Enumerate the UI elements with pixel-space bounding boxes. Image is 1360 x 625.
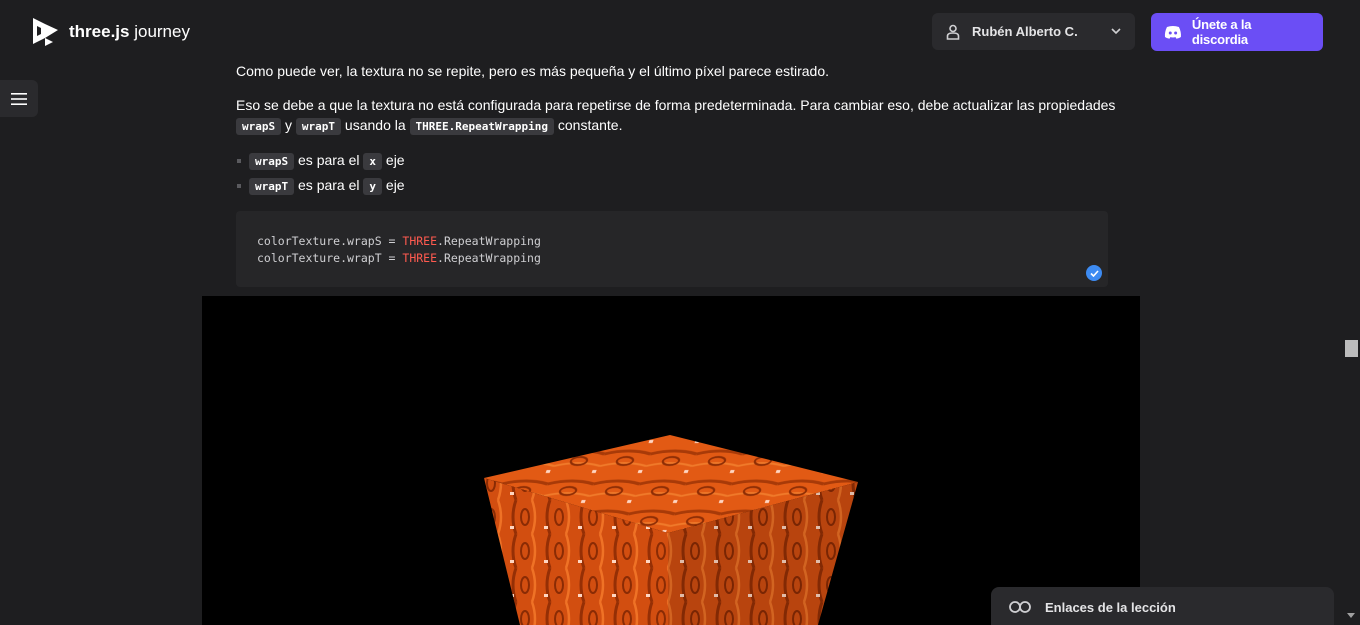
logo-text: three.js journey: [69, 22, 190, 41]
list-item: wrapT es para el y eje: [236, 175, 405, 200]
paragraph: Como puede ver, la textura no se repite,…: [236, 63, 830, 79]
inline-code: wrapS: [249, 153, 295, 170]
sidebar-toggle-button[interactable]: [0, 80, 38, 117]
textured-cube: [484, 435, 858, 625]
bullet-list: wrapS es para el x eje wrapT es para el …: [236, 150, 405, 200]
discord-button[interactable]: Únete a la discordia: [1151, 13, 1323, 51]
inline-code: y: [363, 178, 383, 195]
logo[interactable]: three.js journey: [31, 16, 190, 48]
code-line: colorTexture.wrapS = THREE.RepeatWrappin…: [257, 234, 541, 248]
user-name: Rubén Alberto C.: [972, 24, 1078, 39]
inline-code: x: [363, 153, 383, 170]
link-icon: [1009, 601, 1031, 613]
scrollbar[interactable]: [1343, 0, 1360, 625]
list-item: wrapS es para el x eje: [236, 150, 405, 175]
lesson-links-panel[interactable]: Enlaces de la lección: [991, 587, 1334, 625]
scroll-down-arrow-icon[interactable]: [1346, 612, 1356, 620]
inline-code: THREE.RepeatWrapping: [409, 118, 554, 135]
hamburger-menu-icon: [11, 92, 27, 105]
chevron-down-icon: [1111, 28, 1121, 35]
lesson-links-label: Enlaces de la lección: [1045, 599, 1176, 615]
check-icon[interactable]: [1086, 265, 1102, 281]
inline-code: wrapT: [295, 118, 342, 135]
discord-button-label: Únete a la discordia: [1191, 17, 1252, 47]
scrollbar-thumb[interactable]: [1345, 340, 1358, 357]
inline-code: wrapT: [249, 178, 295, 195]
user-menu-button[interactable]: Rubén Alberto C.: [932, 13, 1135, 50]
inline-code: wrapS: [236, 118, 282, 135]
webgl-viewport[interactable]: [202, 296, 1140, 625]
code-line: colorTexture.wrapT = THREE.RepeatWrappin…: [257, 251, 541, 265]
threejs-logo-icon: [33, 18, 58, 46]
paragraph: Eso se debe a que la textura no está con…: [236, 97, 1116, 135]
user-icon: [946, 24, 960, 40]
discord-icon: [1164, 26, 1181, 39]
code-block[interactable]: colorTexture.wrapS = THREE.RepeatWrappin…: [236, 211, 1108, 287]
